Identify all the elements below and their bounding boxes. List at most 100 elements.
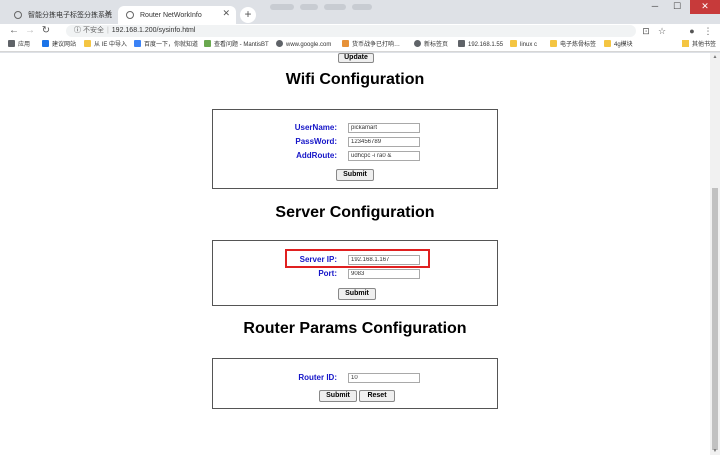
scroll-down-arrow-icon[interactable]: ▼	[710, 447, 720, 455]
address-bar[interactable]: ⓘ 不安全 | 192.168.1.200/sysinfo.html	[66, 25, 636, 37]
globe-icon	[414, 40, 421, 47]
password-input[interactable]	[348, 137, 420, 147]
router-reset-button[interactable]: Reset	[359, 390, 395, 402]
bookmark-label: 查看问题 - MantisBT	[214, 42, 269, 48]
folder-icon	[550, 40, 557, 47]
port-label: Port:	[318, 269, 337, 278]
server-ip-highlight-box	[285, 249, 430, 268]
other-bookmarks-label: 其他书签	[691, 42, 716, 48]
username-input[interactable]	[348, 123, 420, 133]
router-id-row: Router ID:	[213, 372, 499, 384]
folder-icon	[84, 40, 91, 47]
port-row: Port:	[213, 268, 499, 280]
blurred-region	[270, 4, 294, 10]
bookmark-label: 建议网站	[52, 42, 77, 48]
close-icon[interactable]: ✕	[222, 8, 230, 19]
bookmark-4g-module[interactable]: 4g模块	[604, 40, 633, 50]
bookmark-label: 货币战争已打响…	[352, 42, 401, 48]
wifi-config-panel: UserName: PassWord: AddRoute: Submit	[212, 109, 498, 189]
info-icon: ⓘ	[74, 27, 81, 34]
username-row: UserName:	[213, 122, 499, 134]
browser-toolbar: ← → ↻ ⓘ 不安全 | 192.168.1.200/sysinfo.html ⊡…	[0, 24, 720, 38]
addroute-input[interactable]	[348, 151, 420, 161]
maximize-window-icon[interactable]: ☐	[666, 0, 688, 14]
page-viewport: Update Wifi Configuration UserName: Pass…	[0, 53, 710, 455]
blurred-region	[324, 4, 346, 10]
forward-arrow-icon[interactable]: →	[24, 24, 36, 38]
port-input[interactable]	[348, 269, 420, 279]
folder-icon	[604, 40, 611, 47]
globe-icon	[14, 11, 22, 19]
scrollbar-thumb[interactable]	[712, 188, 718, 450]
scroll-up-arrow-icon[interactable]: ▲	[710, 53, 720, 61]
bookmarks-bar: 应用 建议网站 从 IE 中导入 百度一下，你就知道 查看问题 - Mantis…	[0, 38, 720, 52]
url-text: 192.168.1.200/sysinfo.html	[111, 27, 196, 34]
close-icon[interactable]: ✕	[104, 8, 112, 19]
router-section-title: Router Params Configuration	[243, 320, 467, 337]
server-section-title: Server Configuration	[275, 204, 435, 221]
translate-icon[interactable]: ⊡	[640, 25, 652, 37]
apps-grid-icon	[8, 40, 15, 47]
reload-icon[interactable]: ↻	[40, 24, 52, 38]
back-arrow-icon[interactable]: ←	[8, 24, 20, 38]
globe-icon	[276, 40, 283, 47]
router-submit-button[interactable]: Submit	[319, 390, 357, 402]
bookmark-apps[interactable]: 应用	[8, 40, 30, 50]
password-row: PassWord:	[213, 136, 499, 148]
tab-router-networkinfo[interactable]: Router NetWorkInfo ✕	[118, 6, 236, 24]
bookmark-new-tab[interactable]: 新标签页	[414, 40, 448, 50]
bookmark-label: 电子炼骨标签	[560, 42, 597, 48]
bookmark-label: 百度一下，你就知道	[144, 42, 199, 48]
bing-icon	[42, 40, 49, 47]
tab-strip: 智能分拣电子标签分拣系统 ✕ Router NetWorkInfo ✕ + ─ …	[0, 0, 720, 24]
router-params-panel: Router ID: Submit Reset	[212, 358, 498, 409]
new-tab-button[interactable]: +	[240, 7, 256, 23]
wifi-section-title: Wifi Configuration	[285, 71, 425, 88]
bookmark-star-icon[interactable]: ☆	[656, 25, 668, 37]
bookmark-currency-war[interactable]: 货币战争已打响…	[342, 40, 400, 50]
update-button[interactable]: Update	[338, 53, 374, 63]
blurred-region	[300, 4, 318, 10]
blurred-region	[352, 4, 372, 10]
minimize-window-icon[interactable]: ─	[644, 0, 666, 14]
bookmark-label: 4g模块	[614, 42, 633, 48]
bookmark-electronic-labels[interactable]: 电子炼骨标签	[550, 40, 596, 50]
menu-more-icon[interactable]: ⋮	[702, 25, 714, 37]
username-label: UserName:	[294, 123, 337, 132]
baidu-paw-icon	[134, 40, 141, 47]
bookmark-label: 从 IE 中导入	[94, 42, 128, 48]
password-label: PassWord:	[295, 137, 337, 146]
tab-sorting-system[interactable]: 智能分拣电子标签分拣系统 ✕	[6, 6, 118, 24]
tab-title: Router NetWorkInfo	[140, 11, 202, 19]
router-id-input[interactable]	[348, 373, 420, 383]
wifi-submit-button[interactable]: Submit	[336, 169, 374, 181]
folder-icon	[510, 40, 517, 47]
bookmark-linux-c[interactable]: linux c	[510, 40, 537, 50]
bookmark-label: www.google.com	[286, 42, 332, 48]
bookmark-baidu[interactable]: 百度一下，你就知道	[134, 40, 198, 50]
other-bookmarks[interactable]: 其他书签	[681, 40, 716, 50]
bookmark-import-ie[interactable]: 从 IE 中导入	[84, 40, 127, 50]
tab-title: 智能分拣电子标签分拣系统	[28, 12, 112, 19]
folder-icon	[681, 40, 689, 47]
security-label: 不安全	[82, 27, 104, 34]
addroute-label: AddRoute:	[296, 151, 337, 160]
mantis-icon	[204, 40, 211, 47]
bookmark-label: 新标签页	[424, 42, 449, 48]
page-scrollbar[interactable]: ▲ ▼	[710, 53, 720, 455]
article-icon	[342, 40, 349, 47]
bookmark-suggested-sites[interactable]: 建议网站	[42, 40, 76, 50]
page-icon	[458, 40, 465, 47]
close-window-icon[interactable]: ✕	[690, 0, 720, 14]
bookmark-label: linux c	[520, 42, 538, 48]
addroute-row: AddRoute:	[213, 150, 499, 162]
profile-avatar-icon[interactable]: ●	[686, 25, 698, 37]
bookmark-google[interactable]: www.google.com	[276, 40, 331, 50]
bookmark-label: 应用	[18, 42, 31, 48]
globe-icon	[126, 11, 134, 19]
router-id-label: Router ID:	[298, 373, 337, 382]
bookmark-192-168-1-55[interactable]: 192.168.1.55	[458, 40, 503, 50]
server-submit-button[interactable]: Submit	[338, 288, 376, 300]
bookmark-label: 192.168.1.55	[468, 42, 504, 48]
bookmark-mantisbt[interactable]: 查看问题 - MantisBT	[204, 40, 269, 50]
